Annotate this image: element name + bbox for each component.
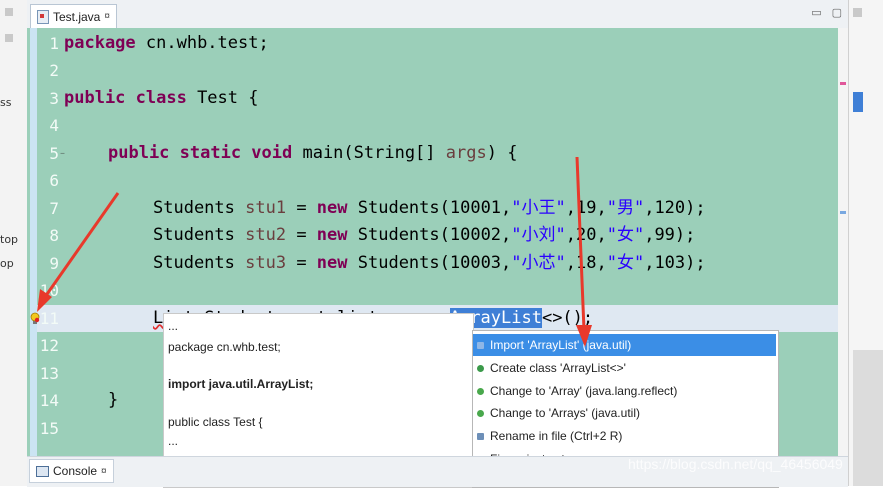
import-icon [477, 341, 484, 349]
tab-label: Test.java [53, 9, 101, 24]
truncated-label: top [0, 233, 19, 246]
fold-marker-icon[interactable]: – [60, 140, 65, 167]
code-line: 3 public class Test { [27, 85, 838, 112]
code-text: public static void main(String[] args) { [108, 143, 518, 163]
code-line: 10 [27, 277, 838, 304]
code-line: 6 [27, 167, 838, 194]
truncated-label: ss [0, 96, 12, 109]
code-line: 2 [27, 57, 838, 84]
line-number: 10 [39, 281, 59, 300]
tab-console[interactable]: Console ¤ [29, 459, 114, 483]
watermark-text: https://blog.csdn.net/qq_46456049 [628, 456, 843, 472]
tab-test-java[interactable]: Test.java ¤ [30, 4, 117, 28]
view-marker-icon[interactable] [5, 8, 13, 16]
preview-line: public class Test { [168, 415, 263, 429]
line-number: 15 [39, 419, 59, 438]
code-line: 4 [27, 112, 838, 139]
quickfix-item-label: Import 'ArrayList' (java.util) [490, 338, 632, 352]
line-number: 11 [39, 309, 59, 328]
outline-scroll-thumb[interactable] [853, 92, 863, 112]
left-package-explorer-strip: ss top op [0, 0, 28, 486]
console-icon [36, 465, 49, 477]
line-number: 12 [39, 336, 59, 355]
code-line: 1 package cn.whb.test; [27, 30, 838, 57]
code-line: 5 – public static void main(String[] arg… [27, 140, 838, 167]
ruler-marker[interactable] [840, 82, 846, 85]
close-icon[interactable]: ¤ [104, 11, 110, 22]
maximize-icon[interactable]: ▢ [832, 6, 842, 19]
ruler-marker[interactable] [840, 211, 846, 214]
quickfix-item-rename[interactable]: Rename in file (Ctrl+2 R) [473, 425, 776, 447]
editor-tab-bar: Test.java ¤ ▭ ▢ [27, 0, 848, 29]
overview-ruler[interactable] [838, 28, 848, 456]
quickfix-item-label: Change to 'Array' (java.lang.reflect) [490, 384, 678, 398]
code-text: Students stu2 = new Students(10002,"小刘",… [153, 225, 696, 245]
preview-line: ... [168, 319, 179, 333]
truncated-label: op [0, 257, 14, 270]
quickfix-item-label: Rename in file (Ctrl+2 R) [490, 429, 623, 443]
minimize-icon[interactable]: ▭ [811, 6, 821, 19]
code-line: 7 Students stu1 = new Students(10001,"小王… [27, 195, 838, 222]
preview-line: package cn.whb.test; [168, 340, 281, 354]
view-marker-icon[interactable] [853, 8, 862, 17]
line-number: 6 [49, 171, 59, 190]
code-line: 8 Students stu2 = new Students(10002,"小刘… [27, 222, 838, 249]
preview-line: ... [168, 434, 179, 448]
line-number: 4 [49, 116, 59, 135]
line-number: 1 [49, 34, 59, 53]
change-icon [477, 409, 484, 417]
code-text: package cn.whb.test; [64, 33, 269, 53]
create-class-icon [477, 364, 484, 372]
code-text: Students stu3 = new Students(10003,"小芯",… [153, 253, 706, 273]
quickfix-item-import[interactable]: Import 'ArrayList' (java.util) [473, 334, 776, 356]
tab-label: Console [53, 464, 98, 478]
line-number: 5 [49, 144, 59, 163]
quickfix-item-create-class[interactable]: Create class 'ArrayList<>' [473, 357, 776, 379]
change-icon [477, 387, 484, 395]
quickfix-item-change-array[interactable]: Change to 'Array' (java.lang.reflect) [473, 380, 776, 402]
view-marker-icon[interactable] [5, 34, 13, 42]
code-text: public class Test { [64, 88, 259, 108]
line-number: 9 [49, 254, 59, 273]
quickfix-item-change-arrays[interactable]: Change to 'Arrays' (java.util) [473, 402, 776, 424]
line-number: 3 [49, 89, 59, 108]
right-outline-strip [848, 0, 883, 486]
code-line: 9 Students stu3 = new Students(10003,"小芯… [27, 250, 838, 277]
line-number: 7 [49, 199, 59, 218]
code-text: } [108, 390, 119, 410]
window-buttons: ▭ ▢ [811, 6, 842, 19]
code-text: Students stu1 = new Students(10001,"小王",… [153, 198, 706, 218]
quickfix-item-label: Create class 'ArrayList<>' [490, 361, 626, 375]
line-number: 8 [49, 226, 59, 245]
preview-line: import java.util.ArrayList; [168, 377, 314, 391]
line-number: 2 [49, 61, 59, 80]
close-icon[interactable]: ¤ [101, 466, 107, 477]
line-number: 13 [39, 364, 59, 383]
outline-panel-fragment [853, 350, 883, 486]
quickfix-item-label: Change to 'Arrays' (java.util) [490, 406, 640, 420]
line-number: 14 [39, 391, 59, 410]
java-file-icon [37, 9, 49, 24]
error-lightbulb-icon[interactable] [30, 312, 40, 325]
rename-icon [477, 432, 484, 440]
